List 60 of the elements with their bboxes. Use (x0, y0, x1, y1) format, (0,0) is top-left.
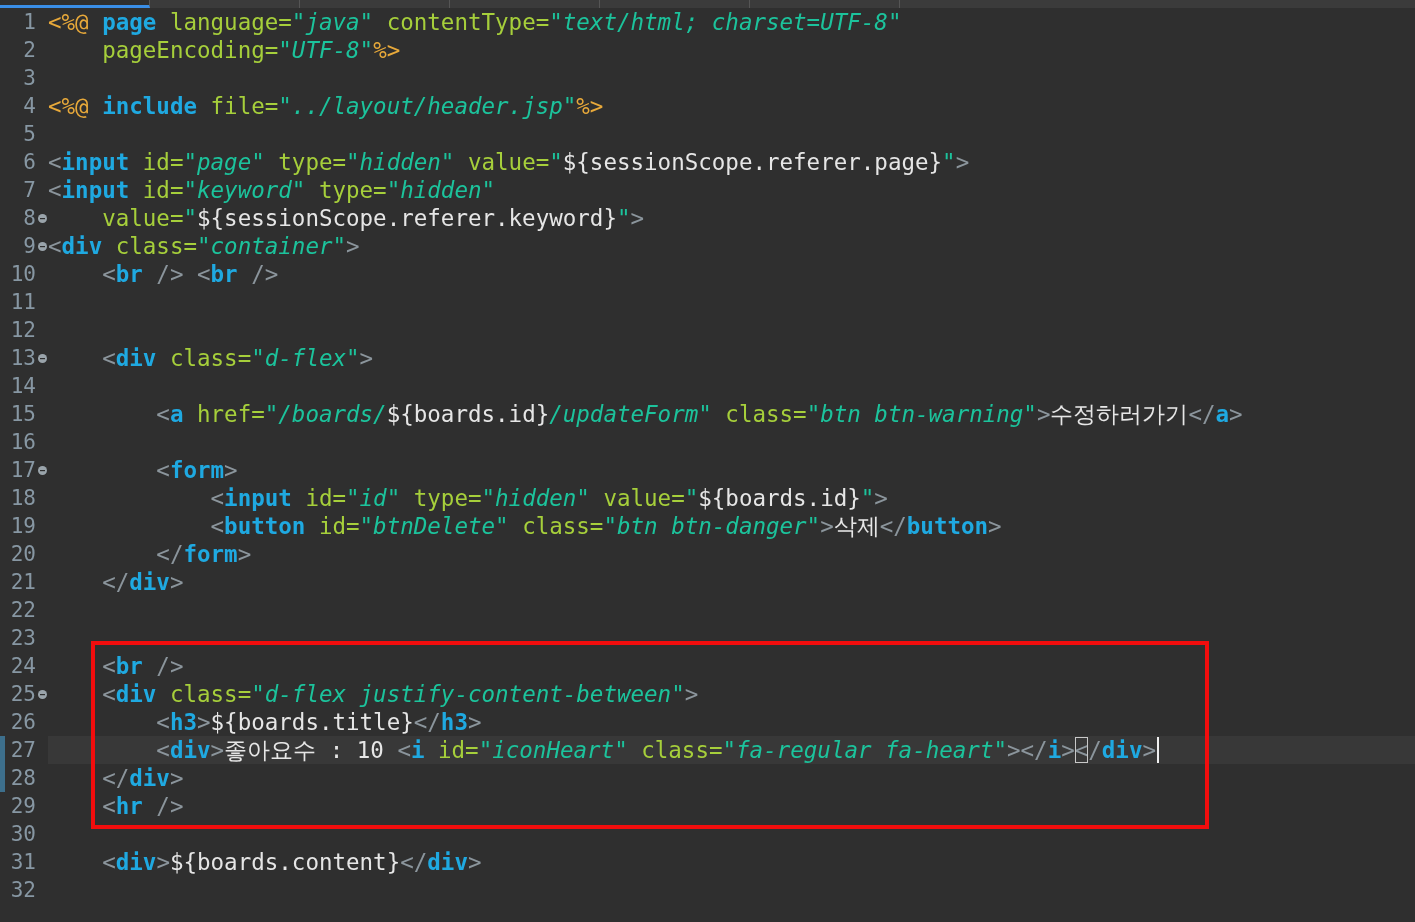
collapse-icon[interactable] (38, 353, 47, 363)
line-number: 12 (9, 318, 36, 342)
collapse-icon[interactable] (38, 465, 47, 475)
code-line: <div class="d-flex justify-content-between"> (101, 680, 699, 708)
line-number: 7 (22, 178, 36, 202)
line-number: 16 (9, 430, 36, 454)
code-line: <br /> <br /> (101, 260, 279, 288)
line-number: 24 (9, 654, 36, 678)
line-number: 8 (22, 206, 36, 230)
line-number: 17 (9, 458, 36, 482)
line-number: 22 (9, 598, 36, 622)
collapse-icon[interactable] (38, 241, 47, 251)
line-number: 3 (22, 66, 36, 90)
code-line: <%@ page language="java" contentType="text/html; charset=UTF-8" (48, 8, 902, 36)
line-number: 29 (9, 794, 36, 818)
line-number: 1 (22, 10, 36, 34)
line-number: 13 (9, 346, 36, 370)
line-number: 11 (9, 290, 36, 314)
line-number: 18 (9, 486, 36, 510)
line-number: 23 (9, 626, 36, 650)
code-line: <h3>${boards.title}</h3> (155, 708, 482, 736)
line-number: 2 (22, 38, 36, 62)
code-line: <%@ include file="../layout/header.jsp"%> (48, 92, 604, 120)
line-number: 31 (9, 850, 36, 874)
line-number: 26 (9, 710, 36, 734)
code-line: <form> (155, 456, 238, 484)
line-number: 9 (22, 234, 36, 258)
collapse-icon[interactable] (38, 213, 47, 223)
code-line: pageEncoding="UTF-8"%> (101, 36, 401, 64)
code-line: <input id="page" type="hidden" value="${sessionScope.referer.page}"> (48, 148, 970, 176)
code-line: </form> (155, 540, 252, 568)
line-number: 32 (9, 878, 36, 902)
code-line: </div> (101, 764, 184, 792)
line-number: 27 (9, 738, 36, 762)
line-number: 19 (9, 514, 36, 538)
line-number: 30 (9, 822, 36, 846)
code-line: <div>${boards.content}</div> (101, 848, 482, 876)
line-number: 25 (9, 682, 36, 706)
line-number: 6 (22, 150, 36, 174)
editor-tab[interactable] (0, 0, 150, 8)
code-line: </div> (101, 568, 184, 596)
code-line: <div>좋아요수 : 10 <i id="iconHeart" class="fa-regular fa-heart"></i></div> (155, 736, 1156, 764)
code-line: value="${sessionScope.referer.keyword}"> (101, 204, 645, 232)
line-number: 4 (22, 94, 36, 118)
line-number: 21 (9, 570, 36, 594)
line-number: 10 (9, 262, 36, 286)
code-line: <div class="container"> (48, 232, 360, 260)
line-number: 15 (9, 402, 36, 426)
line-number: 20 (9, 542, 36, 566)
line-number: 28 (9, 766, 36, 790)
code-line: <div class="d-flex"> (101, 344, 374, 372)
code-line: <input id="id" type="hidden" value="${boards.id}"> (209, 484, 888, 512)
code-line: <br /> (101, 652, 184, 680)
code-line: <input id="keyword" type="hidden" (48, 176, 496, 204)
line-number: 5 (22, 122, 36, 146)
collapse-icon[interactable] (38, 689, 47, 699)
code-line: <a href="/boards/${boards.id}/updateForm" class="btn btn-warning">수정하러가기</a> (155, 400, 1243, 428)
code-line: <hr /> (101, 792, 184, 820)
line-number: 14 (9, 374, 36, 398)
code-line: <button id="btnDelete" class="btn btn-danger">삭제</button> (209, 512, 1002, 540)
